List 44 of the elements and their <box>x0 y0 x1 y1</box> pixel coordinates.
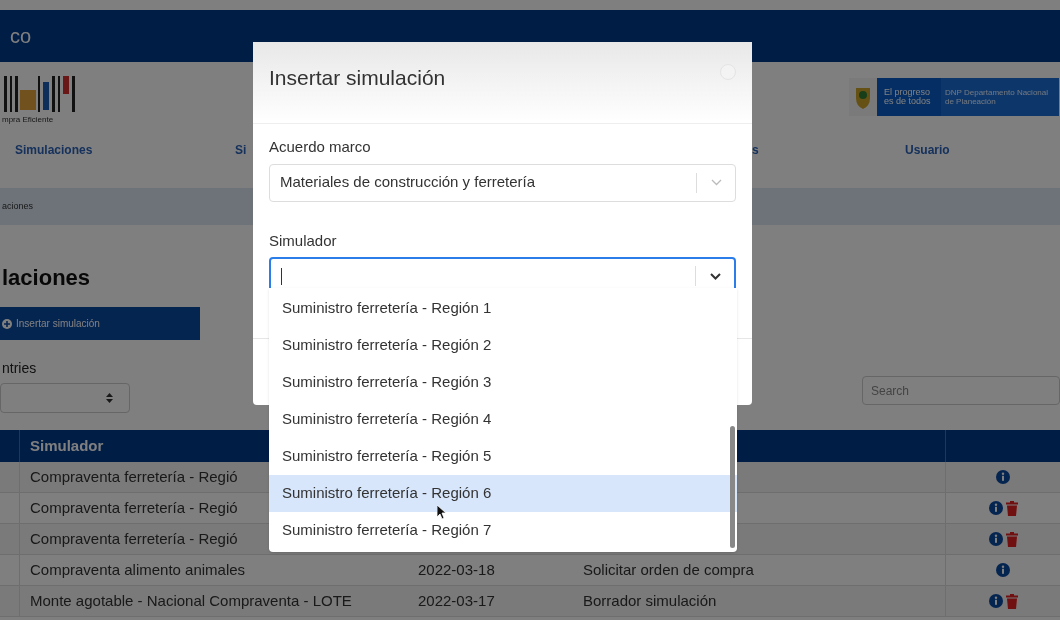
field-label: Acuerdo marco <box>269 137 372 157</box>
simulator-cell-text: Compraventa ferretería - Regió <box>30 466 238 487</box>
info-icon[interactable] <box>996 563 1010 577</box>
dropdown-option[interactable]: Suministro ferretería - Región 4 <box>269 401 737 438</box>
dropdown-option[interactable]: Suministro ferretería - Región 6 <box>269 475 737 512</box>
trash-icon[interactable] <box>1005 531 1018 547</box>
plus-circle-icon <box>2 318 12 329</box>
status-cell-text: Borrador simulación <box>583 590 717 611</box>
insert-simulation-button[interactable]: Insertar simulación <box>0 307 200 340</box>
info-icon[interactable] <box>988 532 1003 546</box>
status-cell-text: Solicitar orden de compra <box>583 559 754 580</box>
simulator-cell-text: Compraventa alimento animales <box>30 559 246 580</box>
trash-icon[interactable] <box>1005 500 1018 516</box>
dropdown-option[interactable]: Suministro ferretería - Región 3 <box>269 364 737 401</box>
entity-text: DNP Departamento Nacional de Planeación <box>945 88 1049 106</box>
chevron-down-icon <box>710 179 722 186</box>
simulator-cell-text: Compraventa ferretería - Regió <box>30 528 238 549</box>
chevron-down-icon <box>709 272 721 280</box>
barcode-logo-icon <box>2 76 78 114</box>
mouse-cursor-icon <box>437 505 447 520</box>
breadcrumb-text: aciones <box>2 199 34 213</box>
info-icon[interactable] <box>988 594 1003 608</box>
sort-arrows-icon <box>106 393 113 403</box>
dropdown-option[interactable]: Suministro ferretería - Región 5 <box>269 438 737 475</box>
dropdown-option[interactable]: Suministro ferretería - Región 2 <box>269 327 737 364</box>
logo-caption: mpra Eficiente <box>2 114 55 126</box>
dropdown-option[interactable]: Suministro ferretería - Región 1 <box>269 290 737 327</box>
date-cell-text: 2022-03-17 <box>418 590 495 611</box>
search-field[interactable]: Search <box>862 376 1060 405</box>
slogan-text: El progreso es de todos <box>884 88 932 106</box>
info-icon[interactable] <box>988 501 1003 515</box>
simulator-cell-text: Compraventa ferretería - Regió <box>30 497 238 518</box>
dropdown-option[interactable]: Suministro ferretería - Región 7 <box>269 512 737 549</box>
simulator-cell-text: Monte agotable - Nacional Compraventa - LOTE <box>30 590 352 611</box>
field-label: Simulador <box>269 230 338 251</box>
select-field[interactable]: Materiales de construcción y ferretería <box>269 163 736 202</box>
info-icon[interactable] <box>996 470 1010 484</box>
modal-title: Insertar simulación <box>269 65 446 91</box>
scrollbar-thumb[interactable] <box>730 426 735 548</box>
entries-label: ntries <box>1 359 38 378</box>
page-heading: laciones <box>1 264 91 291</box>
site-title: co <box>10 24 32 49</box>
trash-icon[interactable] <box>1005 593 1018 609</box>
date-cell-text: 2022-03-18 <box>418 559 495 580</box>
